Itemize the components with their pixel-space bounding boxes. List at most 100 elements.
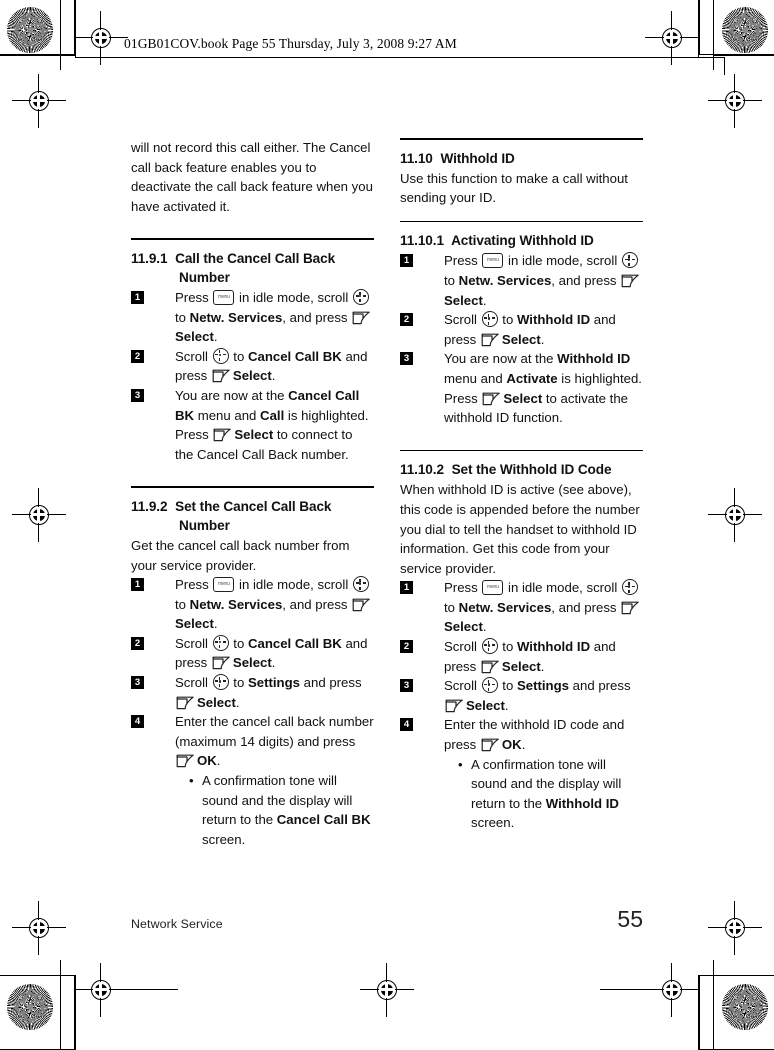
left-column: will not record this call either. The Ca… [131, 138, 374, 849]
softkey-icon [352, 311, 371, 325]
step-number-badge: 1 [400, 254, 413, 268]
step-number-badge: 2 [131, 636, 144, 650]
softkey-icon [212, 369, 231, 383]
scroll-navigation-icon [481, 677, 498, 694]
page-footer: Network Service 55 [131, 906, 643, 932]
step-sub-bullet-list: • A confirmation tone will sound and the … [444, 755, 643, 833]
emphasised-term: Withhold ID [545, 795, 619, 811]
numbered-step-list: 1 Press menu in idle mode, scroll to Netw… [400, 578, 643, 833]
numbered-step-list: 1 Press menu in idle mode, scroll to Netw… [400, 251, 643, 427]
emphasised-term: Cancel Call BK [276, 812, 371, 828]
step-text: Scroll to Cancel Call BK and press Selec… [175, 634, 368, 671]
softkey-icon [213, 428, 232, 442]
step-number-badge: 1 [131, 290, 144, 304]
footer-section-name: Network Service [131, 917, 223, 931]
softkey-icon [176, 754, 195, 768]
emphasised-term: Call [260, 407, 285, 423]
step-text: Press menu in idle mode, scroll to Netw.… [444, 252, 642, 308]
emphasised-term: Cancel Call BK [247, 348, 342, 364]
section-lead-paragraph: When withhold ID is active (see above), … [400, 482, 640, 576]
menu-key-icon: menu [213, 577, 235, 593]
section-title: Set the Withhold ID Code [447, 462, 612, 478]
numbered-step-list: 1 Press menu in idle mode, scroll to Netw… [131, 288, 374, 464]
section-number: 11.10 [400, 150, 433, 166]
softkey-icon [621, 601, 640, 615]
softkey-icon [176, 696, 195, 710]
step-text: You are now at the Cancel Call BK menu a… [175, 387, 369, 462]
emphasised-term: Withhold ID [516, 639, 591, 655]
step-item: 3 Scroll to Settings and press Select. [400, 676, 643, 715]
step-text: Enter the withhold ID code and press OK. [444, 717, 625, 753]
emphasised-term: Netw. Services [458, 599, 552, 615]
file-header-text: 01GB01COV.book Page 55 Thursday, July 3,… [124, 36, 457, 51]
sub-bullet-text: A confirmation tone will sound and the d… [202, 773, 371, 847]
section-heading: 11.9.2 Set the Cancel Call Back Number [131, 497, 374, 535]
step-number-badge: 4 [400, 718, 413, 732]
step-item: 3 Scroll to Settings and press Select. [131, 673, 374, 712]
step-number-badge: 3 [131, 388, 144, 402]
emphasised-term: Select [503, 390, 543, 406]
emphasised-term: Withhold ID [516, 312, 591, 328]
section-title: Set the Cancel Call Back [171, 498, 332, 514]
section-heading: 11.10.1 Activating Withhold ID [400, 231, 643, 250]
section-title: Call the Cancel Call Back [171, 250, 336, 266]
section-rule [400, 220, 643, 223]
scroll-navigation-icon [481, 638, 498, 655]
section-title: Activating Withhold ID [447, 233, 594, 249]
section-rule [131, 486, 374, 488]
emphasised-term: Select [501, 658, 541, 674]
step-item: 2 Scroll to Withhold ID and press Select. [400, 637, 643, 676]
step-item: 1 Press menu in idle mode, scroll to Netw… [400, 251, 643, 310]
step-item: 1 Press menu in idle mode, scroll to Netw… [131, 288, 374, 347]
step-text: You are now at the Withhold ID menu and … [444, 351, 642, 426]
menu-key-icon: menu [482, 253, 504, 269]
emphasised-term: Select [232, 368, 272, 384]
softkey-icon [481, 738, 500, 752]
section-number: 11.9.2 [131, 498, 168, 514]
section-number: 11.10.2 [400, 462, 444, 478]
scroll-navigation-icon [621, 252, 638, 269]
step-item: 1 Press menu in idle mode, scroll to Netw… [400, 578, 643, 637]
softkey-icon [482, 392, 501, 406]
header-rule [75, 57, 725, 58]
emphasised-term: Select [501, 331, 541, 347]
step-item: 3 You are now at the Cancel Call BK menu … [131, 386, 374, 464]
emphasised-term: Select [444, 292, 483, 308]
scroll-navigation-icon [212, 674, 229, 691]
scroll-navigation-icon [481, 311, 498, 328]
emphasised-term: Netw. Services [458, 272, 552, 288]
step-text: Scroll to Withhold ID and press Select. [444, 311, 616, 347]
step-text: Scroll to Withhold ID and press Select. [444, 638, 616, 674]
step-number-badge: 1 [400, 581, 413, 595]
section-heading: 11.10.2 Set the Withhold ID Code [400, 460, 643, 479]
emphasised-term: Select [175, 616, 214, 632]
section-lead-paragraph: Get the cancel call back number from you… [131, 537, 350, 573]
emphasised-term: Select [197, 694, 236, 710]
section-number: 11.10.1 [400, 233, 444, 249]
step-text: Scroll to Cancel Call BK and press Selec… [175, 347, 368, 384]
section-rule [131, 238, 374, 240]
step-item: 2 Scroll to Cancel Call BK and press Sele… [131, 634, 374, 673]
emphasised-term: Cancel Call BK [247, 635, 342, 651]
bullet-dot-icon: • [189, 773, 194, 789]
step-sub-bullet-list: • A confirmation tone will sound and the … [175, 771, 374, 849]
softkey-icon [352, 598, 371, 612]
footer-page-number: 55 [617, 906, 643, 932]
softkey-icon [481, 333, 500, 347]
step-text: Press menu in idle mode, scroll to Netw.… [175, 576, 373, 632]
section-title-continued: Number [179, 269, 230, 285]
step-number-badge: 2 [400, 640, 413, 654]
menu-key-icon: menu [213, 289, 235, 305]
step-text: Scroll to Settings and press Select. [175, 674, 362, 710]
softkey-icon [621, 274, 640, 288]
step-number-badge: 3 [131, 676, 144, 690]
softkey-icon [445, 699, 464, 713]
emphasised-term: Activate [506, 370, 558, 386]
sub-bullet-item: • A confirmation tone will sound and the … [187, 771, 374, 849]
manual-page: 01GB01COV.book Page 55 Thursday, July 3,… [0, 0, 774, 1030]
emphasised-term: Netw. Services [189, 309, 283, 325]
